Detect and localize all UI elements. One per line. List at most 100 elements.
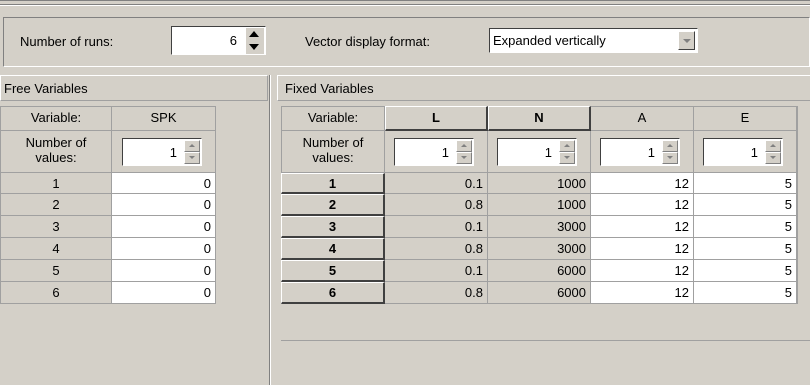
free-value-cell[interactable]: 0 [112,173,216,194]
L-count-down-button[interactable] [456,152,472,164]
N-count-stepper[interactable]: 1 [497,138,577,166]
fixed-row-header[interactable]: 6 [281,282,385,304]
L-value-cell[interactable]: 0.8 [385,282,488,304]
column-header-label: L [432,110,440,125]
L-value-cell[interactable]: 0.1 [385,260,488,282]
N-count-up-button[interactable] [559,140,575,152]
L-value-cell[interactable]: 0.1 [385,173,488,194]
E-count-stepper[interactable]: 1 [703,138,783,166]
A-value-cell[interactable]: 12 [591,282,694,304]
free-count-value[interactable]: 1 [170,145,177,160]
E-value[interactable]: 5 [785,263,792,278]
E-count-down-button[interactable] [765,152,781,164]
E-value-cell[interactable]: 5 [694,216,797,238]
E-value[interactable]: 5 [785,219,792,234]
free-value-cell[interactable]: 0 [112,282,216,304]
free-value-cell[interactable]: 0 [112,194,216,216]
free-count-stepper[interactable]: 1 [122,138,202,166]
free-value[interactable]: 0 [204,219,211,234]
L-count-up-button[interactable] [456,140,472,152]
N-value-cell[interactable]: 3000 [488,216,591,238]
A-value[interactable]: 12 [675,219,689,234]
L-count-value[interactable]: 1 [442,145,449,160]
L-value[interactable]: 0.1 [465,176,483,191]
A-count-down-button[interactable] [662,152,678,164]
fixed-row-header[interactable]: 5 [281,260,385,282]
column-header-N[interactable]: N [488,106,591,131]
format-select[interactable]: Expanded vertically [489,28,698,53]
E-value-cell[interactable]: 5 [694,260,797,282]
column-header-E[interactable]: E [694,106,797,131]
N-value-cell[interactable]: 3000 [488,238,591,260]
N-count-value[interactable]: 1 [545,145,552,160]
L-value-cell[interactable]: 0.1 [385,216,488,238]
E-value[interactable]: 5 [785,197,792,212]
free-value-cell[interactable]: 0 [112,260,216,282]
panel-splitter[interactable] [270,75,277,385]
free-value[interactable]: 0 [204,241,211,256]
free-count-down-button[interactable] [184,152,200,164]
runs-up-button[interactable] [246,28,264,41]
free-count-label: Number of values: [25,135,87,165]
A-count-value[interactable]: 1 [648,145,655,160]
N-value[interactable]: 6000 [557,263,586,278]
free-value[interactable]: 0 [204,285,211,300]
column-header-label: N [534,110,544,125]
E-value[interactable]: 5 [785,285,792,300]
E-value[interactable]: 5 [785,176,792,191]
N-value-cell[interactable]: 1000 [488,173,591,194]
L-value[interactable]: 0.8 [465,285,483,300]
column-header-L[interactable]: L [385,106,488,131]
A-value[interactable]: 12 [675,197,689,212]
A-value-cell[interactable]: 12 [591,194,694,216]
E-value[interactable]: 5 [785,241,792,256]
N-value-cell[interactable]: 1000 [488,194,591,216]
free-value[interactable]: 0 [204,263,211,278]
N-value[interactable]: 3000 [557,241,586,256]
fixed-row-header[interactable]: 4 [281,238,385,260]
L-value[interactable]: 0.1 [465,263,483,278]
runs-down-button[interactable] [246,41,264,54]
A-count-up-button[interactable] [662,140,678,152]
fixed-row-header[interactable]: 2 [281,194,385,216]
L-value-cell[interactable]: 0.8 [385,238,488,260]
runs-stepper[interactable]: 6 [171,26,266,55]
E-value-cell[interactable]: 5 [694,173,797,194]
N-value-cell[interactable]: 6000 [488,260,591,282]
N-value[interactable]: 6000 [557,285,586,300]
A-count-stepper[interactable]: 1 [600,138,680,166]
E-count-value[interactable]: 1 [751,145,758,160]
L-value[interactable]: 0.8 [465,197,483,212]
fixed-row-header[interactable]: 3 [281,216,385,238]
A-value[interactable]: 12 [675,285,689,300]
A-value[interactable]: 12 [675,263,689,278]
L-value[interactable]: 0.8 [465,241,483,256]
free-count-up-button[interactable] [184,140,200,152]
N-value[interactable]: 1000 [557,176,586,191]
N-value-cell[interactable]: 6000 [488,282,591,304]
L-count-stepper[interactable]: 1 [394,138,474,166]
A-value-cell[interactable]: 12 [591,173,694,194]
free-value-cell[interactable]: 0 [112,238,216,260]
A-value[interactable]: 12 [675,241,689,256]
N-count-down-button[interactable] [559,152,575,164]
fixed-row-header[interactable]: 1 [281,173,385,194]
column-header-A[interactable]: A [591,106,694,131]
A-value-cell[interactable]: 12 [591,238,694,260]
A-value[interactable]: 12 [675,176,689,191]
format-dropdown-button[interactable] [678,31,695,50]
L-value-cell[interactable]: 0.8 [385,194,488,216]
free-value[interactable]: 0 [204,176,211,191]
runs-value[interactable]: 6 [230,33,237,48]
L-value[interactable]: 0.1 [465,219,483,234]
E-count-up-button[interactable] [765,140,781,152]
free-value-cell[interactable]: 0 [112,216,216,238]
N-value[interactable]: 1000 [557,197,586,212]
free-value[interactable]: 0 [204,197,211,212]
E-value-cell[interactable]: 5 [694,194,797,216]
E-value-cell[interactable]: 5 [694,238,797,260]
A-value-cell[interactable]: 12 [591,260,694,282]
A-value-cell[interactable]: 12 [591,216,694,238]
N-value[interactable]: 3000 [557,219,586,234]
E-value-cell[interactable]: 5 [694,282,797,304]
